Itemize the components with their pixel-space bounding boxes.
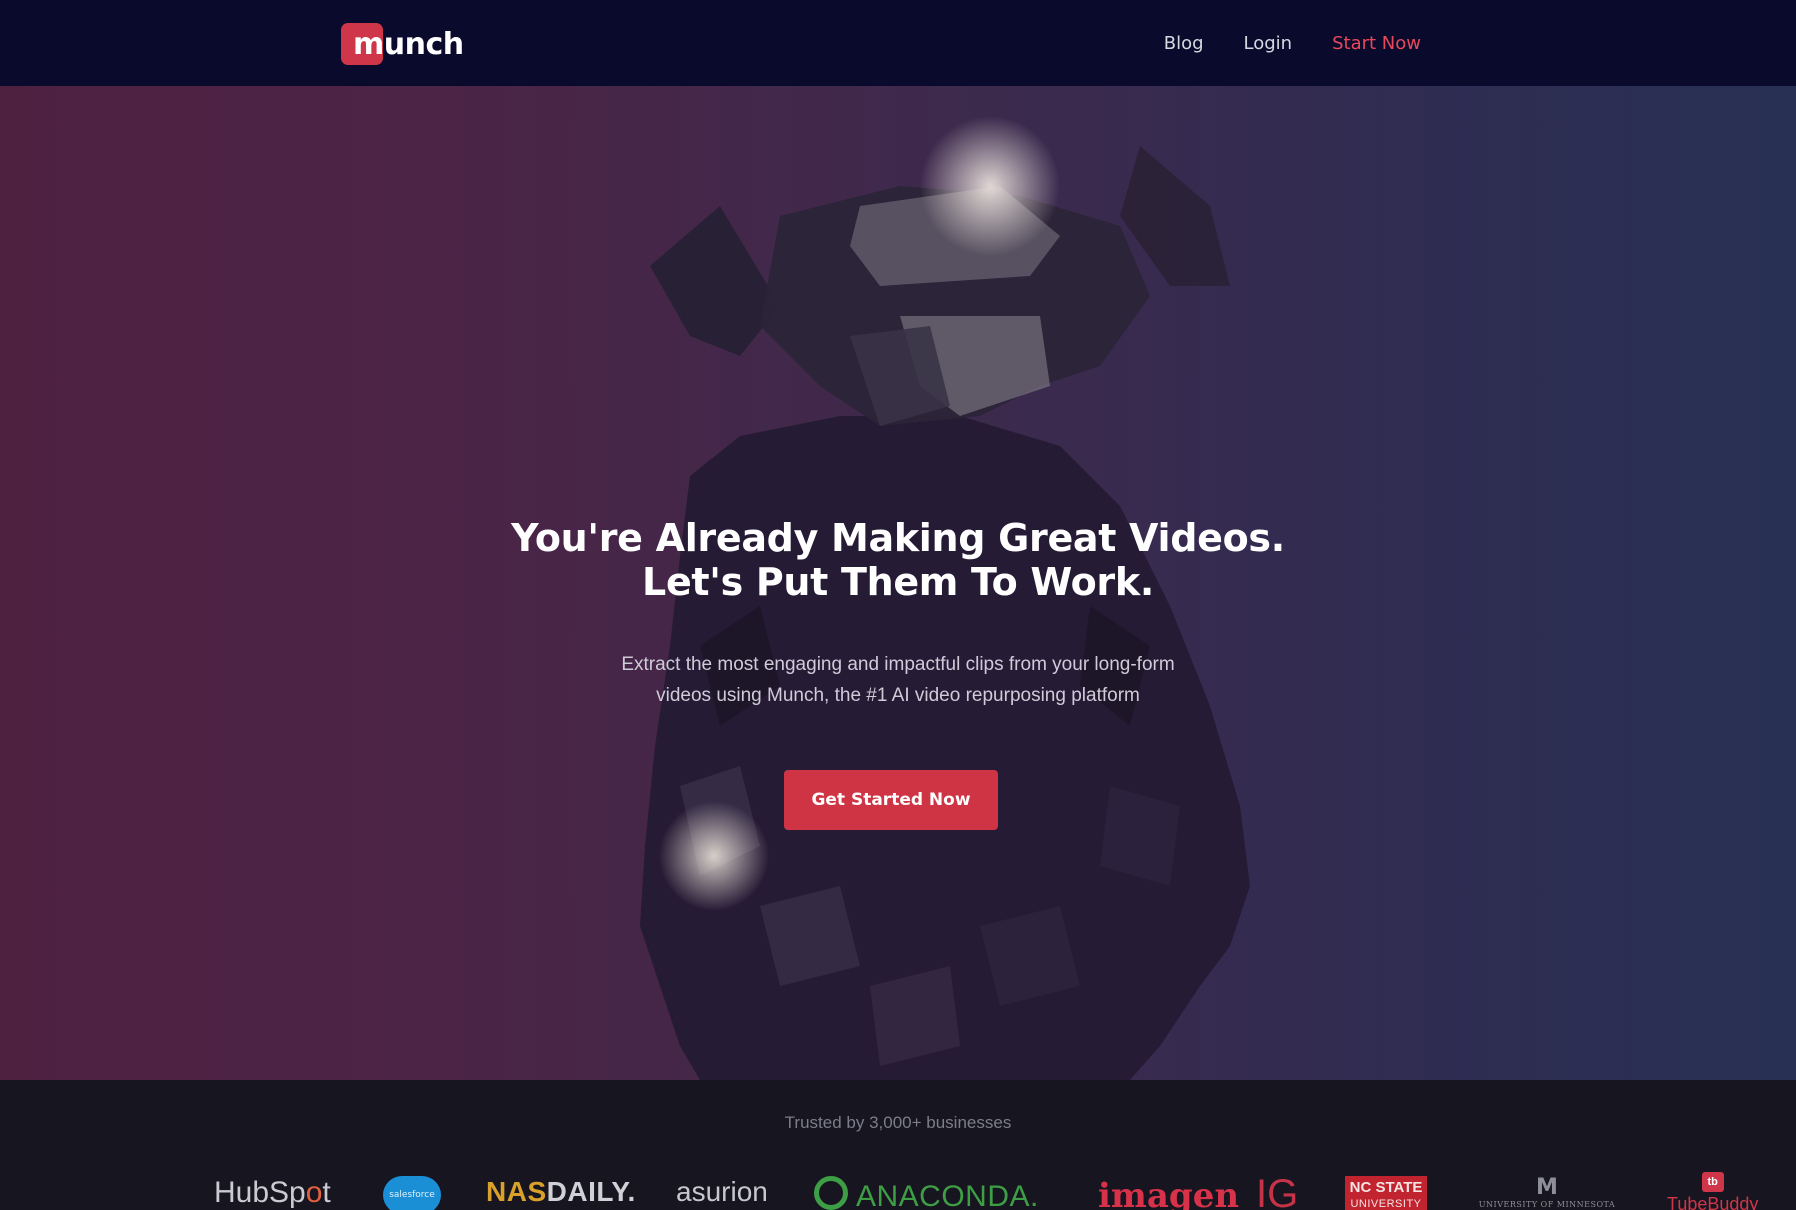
tubebuddy-text-b: Buddy <box>1707 1194 1759 1210</box>
hubspot-text-a: HubSp <box>214 1176 306 1209</box>
imagen-logo: imagen <box>1098 1176 1240 1210</box>
umn-m-icon: M <box>1536 1175 1558 1200</box>
tubebuddy-text: TubeBuddy <box>1667 1194 1758 1210</box>
hero-title-line-1: You're Already Making Great Videos. <box>511 516 1285 560</box>
top-navbar: munch Blog Login Start Now <box>0 0 1796 86</box>
customer-logos-row: HubSpot salesforce NASDAILY. asurion ANA… <box>0 1172 1796 1210</box>
umn-text: UNIVERSITY OF MINNESOTA <box>1478 1200 1616 1209</box>
university-of-minnesota-logo: M UNIVERSITY OF MINNESOTA <box>1474 1175 1620 1210</box>
asurion-logo: asurion <box>676 1176 768 1207</box>
hubspot-logo: HubSpot <box>214 1176 331 1210</box>
nasdaily-text-b: DAILY. <box>546 1176 636 1207</box>
logo-text: munch <box>353 26 464 62</box>
nav-links: Blog Login Start Now <box>1164 0 1421 86</box>
hero-content: You're Already Making Great Videos. Let'… <box>0 86 1796 1080</box>
trusted-by-section: Trusted by 3,000+ businesses HubSpot sal… <box>0 1080 1796 1210</box>
salesforce-logo: salesforce <box>383 1176 441 1210</box>
tubebuddy-logo: tb TubeBuddy <box>1667 1172 1758 1210</box>
tubebuddy-icon: tb <box>1701 1172 1724 1192</box>
salesforce-text: salesforce <box>389 1190 435 1200</box>
page: munch Blog Login Start Now You're Alread… <box>0 0 1796 1210</box>
ig-logo: IG <box>1256 1172 1299 1210</box>
nc-state-university-text: UNIVERSITY <box>1350 1198 1422 1210</box>
nav-link-start-now[interactable]: Start Now <box>1332 33 1421 54</box>
hubspot-sprocket: o <box>305 1176 323 1209</box>
hero-subtitle-line-2: videos using Munch, the #1 AI video repu… <box>656 685 1140 706</box>
nc-state-logo: NC STATE UNIVERSITY <box>1345 1176 1427 1210</box>
hero-title-line-2: Let's Put Them To Work. <box>642 560 1154 604</box>
anaconda-ring-icon <box>814 1176 848 1210</box>
nav-link-login[interactable]: Login <box>1244 33 1293 54</box>
hubspot-text-b: t <box>322 1176 331 1209</box>
anaconda-logo: ANACONDA. <box>814 1176 1039 1210</box>
munch-logo[interactable]: munch <box>341 23 464 65</box>
nasdaily-logo: NASDAILY. <box>486 1176 636 1208</box>
trusted-by-label: Trusted by 3,000+ businesses <box>784 1113 1012 1132</box>
hero-subtitle: Extract the most engaging and impactful … <box>0 649 1796 711</box>
anaconda-text: ANACONDA. <box>856 1180 1039 1210</box>
tubebuddy-text-a: Tube <box>1667 1194 1708 1210</box>
get-started-button[interactable]: Get Started Now <box>784 770 998 830</box>
nav-link-blog[interactable]: Blog <box>1164 33 1204 54</box>
hero-subtitle-line-1: Extract the most engaging and impactful … <box>621 654 1175 675</box>
hero-section: You're Already Making Great Videos. Let'… <box>0 86 1796 1080</box>
nasdaily-text-a: NAS <box>486 1176 547 1207</box>
nc-state-text: NC STATE <box>1349 1179 1423 1196</box>
hero-title: You're Already Making Great Videos. Let'… <box>0 516 1796 604</box>
